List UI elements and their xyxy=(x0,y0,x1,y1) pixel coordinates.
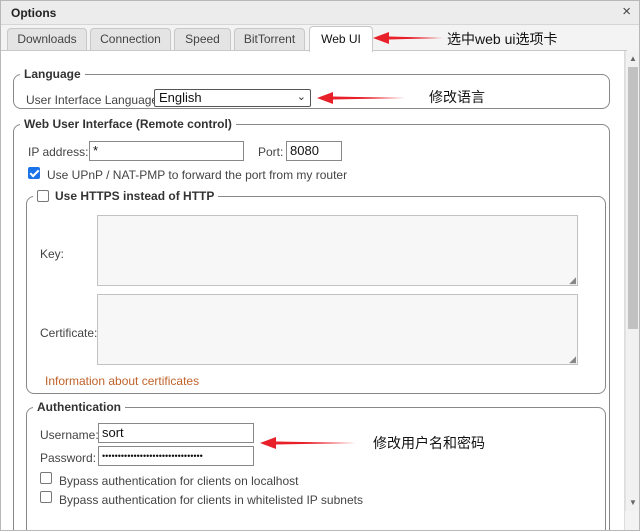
password-input[interactable]: •••••••••••••••••••••••••••••••• xyxy=(98,446,254,466)
bypass-whitelist-checkbox[interactable] xyxy=(40,491,52,503)
dialog-title: Options xyxy=(11,6,57,20)
https-checkbox[interactable] xyxy=(37,190,49,202)
tab-annotation-note: 选中web ui选项卡 xyxy=(447,31,558,47)
bypass-localhost-checkbox[interactable] xyxy=(40,472,52,484)
resize-grip-icon[interactable]: ◢ xyxy=(569,355,576,364)
language-legend: Language xyxy=(24,67,81,81)
key-label: Key: xyxy=(40,247,65,261)
auth-annotation-arrow-icon xyxy=(260,437,356,449)
tab-speed[interactable]: Speed xyxy=(174,28,231,50)
ip-address-label: IP address: xyxy=(28,145,89,159)
port-label: Port: xyxy=(258,145,284,159)
scrollbar-thumb[interactable] xyxy=(628,67,638,329)
tab-connection[interactable]: Connection xyxy=(90,28,171,50)
https-legend-label: Use HTTPS instead of HTTP xyxy=(55,189,215,203)
tab-bittorrent[interactable]: BitTorrent xyxy=(234,28,305,50)
close-icon[interactable]: × xyxy=(622,4,631,20)
certificate-label: Certificate: xyxy=(40,326,98,340)
bypass-whitelist-label: Bypass authentication for clients in whi… xyxy=(59,493,363,507)
tab-webui[interactable]: Web UI xyxy=(309,26,373,52)
vertical-scrollbar[interactable]: ▲ ▼ xyxy=(625,51,639,511)
language-label: User Interface Language: xyxy=(26,93,162,107)
chevron-down-icon: ⌄ xyxy=(296,91,306,103)
webui-legend: Web User Interface (Remote control) xyxy=(24,117,232,131)
password-label: Password: xyxy=(40,451,97,465)
authentication-legend: Authentication xyxy=(37,400,121,414)
bypass-localhost-label: Bypass authentication for clients on loc… xyxy=(59,474,299,488)
scroll-up-icon[interactable]: ▲ xyxy=(626,52,639,66)
scroll-down-icon[interactable]: ▼ xyxy=(626,496,639,510)
auth-annotation-note: 修改用户名和密码 xyxy=(373,435,485,451)
tab-downloads[interactable]: Downloads xyxy=(7,28,87,50)
tab-annotation-arrow-icon xyxy=(373,32,443,44)
port-input[interactable]: 8080 xyxy=(286,141,342,161)
language-annotation-arrow-icon xyxy=(317,92,405,104)
language-select[interactable]: English ⌄ xyxy=(154,89,311,107)
username-input[interactable]: sort xyxy=(98,423,254,443)
upnp-label: Use UPnP / NAT-PMP to forward the port f… xyxy=(47,168,348,182)
https-legend: Use HTTPS instead of HTTP xyxy=(33,189,218,203)
webui-panel: Language User Interface Language: Englis… xyxy=(1,51,625,530)
ip-address-input[interactable]: * xyxy=(89,141,244,161)
language-annotation-note: 修改语言 xyxy=(429,89,485,105)
title-bar: Options × xyxy=(1,1,639,25)
key-textarea[interactable]: ◢ xyxy=(97,215,578,286)
upnp-checkbox[interactable] xyxy=(28,167,40,179)
resize-grip-icon[interactable]: ◢ xyxy=(569,276,576,285)
username-label: Username: xyxy=(40,428,99,442)
certificates-info-link[interactable]: Information about certificates xyxy=(45,374,199,388)
language-selected-value: English xyxy=(159,90,202,105)
certificate-textarea[interactable]: ◢ xyxy=(97,294,578,365)
options-dialog: Options × Downloads Connection Speed Bit… xyxy=(0,0,640,531)
